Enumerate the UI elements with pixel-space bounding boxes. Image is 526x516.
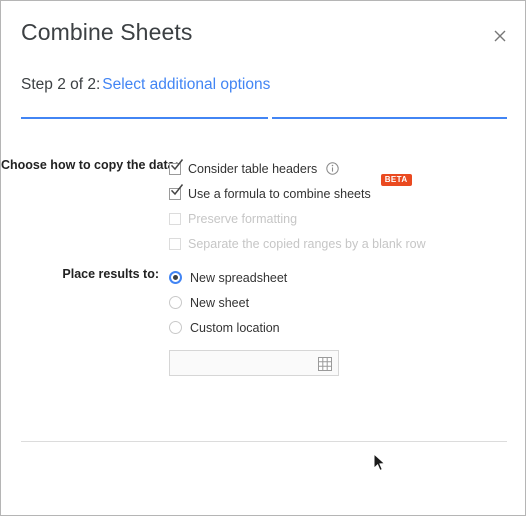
step-link[interactable]: Select additional options (102, 76, 270, 93)
place-results-label: Place results to: (62, 267, 159, 281)
checkbox-label: Separate the copied ranges by a blank ro… (188, 236, 426, 251)
radio-new-spreadsheet[interactable]: New spreadsheet (169, 271, 287, 285)
radio-circle (169, 271, 182, 284)
step-prefix: Step 2 of 2: (21, 76, 101, 93)
copy-data-control-2: Use a formula to combine sheets BETA (169, 174, 525, 206)
progress-segment-1 (21, 117, 268, 119)
close-icon[interactable] (487, 23, 513, 49)
page-title: Combine Sheets (21, 19, 193, 45)
check-icon (170, 158, 184, 170)
radio-label: New sheet (190, 295, 250, 310)
place-results-control-1: New spreadsheet (169, 265, 525, 290)
copy-data-control-3: Preserve formatting (169, 206, 525, 231)
place-results-row-2: New sheet (1, 290, 525, 315)
checkbox-label: Consider table headers (188, 161, 318, 176)
copy-data-control-1: Consider table headers (169, 156, 525, 181)
checkbox-box (169, 237, 181, 250)
location-row (1, 349, 525, 377)
radio-circle (169, 296, 182, 309)
checkbox-separate-blank-row: Separate the copied ranges by a blank ro… (169, 237, 426, 251)
step-indicator: Step 2 of 2: Select additional options (21, 76, 270, 94)
dialog-footer: Ablebits ? ‹ Back Combine Close (1, 442, 525, 515)
location-control (169, 349, 525, 377)
copy-data-control-4: Separate the copied ranges by a blank ro… (169, 231, 525, 256)
custom-location-field[interactable] (169, 350, 339, 376)
place-results-control-3: Custom location (169, 315, 525, 340)
progress-segment-2 (272, 117, 507, 119)
checkbox-box (169, 183, 184, 200)
place-results-control-2: New sheet (169, 290, 525, 315)
grid-picker-icon[interactable] (318, 357, 332, 371)
radio-circle (169, 321, 182, 334)
custom-location-input[interactable] (170, 351, 338, 375)
copy-data-row-2: Use a formula to combine sheets BETA (1, 174, 525, 206)
checkbox-consider-table-headers[interactable]: Consider table headers (169, 158, 318, 176)
copy-data-row-1: Choose how to copy the data: Consider ta… (1, 156, 525, 181)
combine-sheets-dialog: Combine Sheets Step 2 of 2: Select additi… (0, 0, 526, 516)
checkbox-box (169, 212, 181, 225)
checkbox-use-formula[interactable]: Use a formula to combine sheets (169, 183, 371, 201)
radio-label: New spreadsheet (190, 270, 288, 285)
progress-bar (21, 117, 507, 119)
copy-data-row-3: Preserve formatting (1, 206, 525, 231)
dialog-title-bar: Combine Sheets (1, 1, 525, 63)
copy-data-label: Choose how to copy the data: (1, 158, 179, 172)
dialog-body: Choose how to copy the data: Consider ta… (1, 156, 525, 377)
status-badge: BETA (380, 174, 412, 186)
radio-label: Custom location (190, 320, 280, 335)
place-results-row-1: Place results to: New spreadsheet (1, 265, 525, 290)
place-results-row-3: Custom location (1, 315, 525, 340)
checkbox-label: Use a formula to combine sheets (188, 186, 371, 201)
info-icon[interactable] (326, 162, 339, 175)
checkbox-box (169, 158, 184, 175)
check-icon (170, 183, 184, 195)
checkbox-preserve-formatting: Preserve formatting (169, 212, 297, 226)
radio-new-sheet[interactable]: New sheet (169, 296, 249, 310)
copy-data-row-4: Separate the copied ranges by a blank ro… (1, 231, 525, 256)
checkbox-label: Preserve formatting (188, 211, 298, 226)
radio-custom-location[interactable]: Custom location (169, 321, 280, 335)
